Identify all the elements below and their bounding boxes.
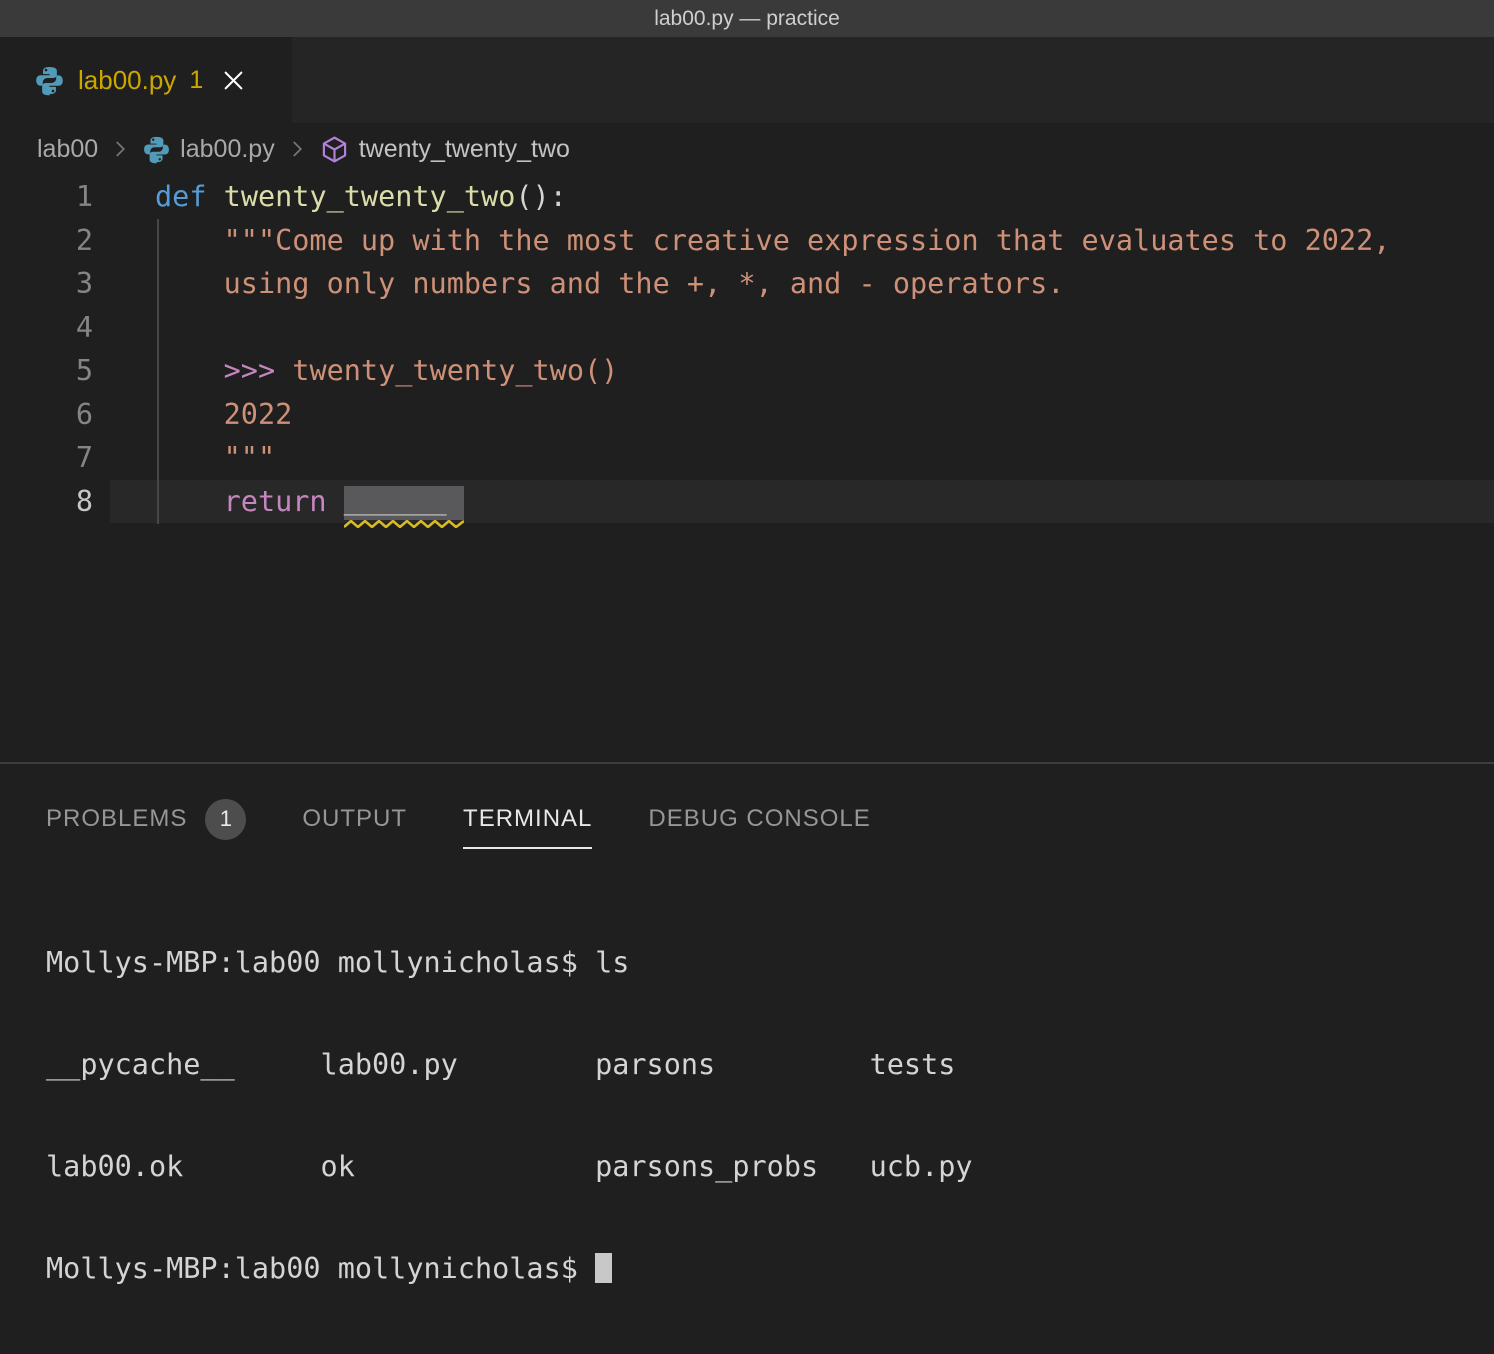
- line-number: 5: [0, 349, 110, 393]
- tab-output-label: OUTPUT: [302, 805, 407, 833]
- code-token: >>>: [224, 354, 275, 387]
- python-icon: [34, 65, 65, 96]
- terminal-prompt-line: Mollys-MBP:lab00 mollynicholas$: [46, 1252, 1494, 1286]
- tab-lab00-py[interactable]: lab00.py 1: [0, 37, 292, 123]
- panel-tab-bar: PROBLEMS 1 OUTPUT TERMINAL DEBUG CONSOLE: [0, 764, 1494, 860]
- indent-guide: [157, 219, 159, 524]
- tab-output[interactable]: OUTPUT: [302, 805, 407, 849]
- line-number: 6: [0, 393, 110, 437]
- bottom-panel: PROBLEMS 1 OUTPUT TERMINAL DEBUG CONSOLE…: [0, 762, 1494, 1354]
- breadcrumb-symbol[interactable]: twenty_twenty_two: [359, 135, 570, 164]
- code-token: [155, 354, 224, 387]
- terminal-prompt: Mollys-MBP:lab00 mollynicholas$: [46, 1252, 595, 1285]
- window-title: lab00.py — practice: [654, 7, 840, 31]
- terminal-line: lab00.ok ok parsons_probs ucb.py: [46, 1150, 1494, 1184]
- tab-terminal[interactable]: TERMINAL: [463, 805, 592, 849]
- code-token: [327, 485, 344, 518]
- code-token: return: [224, 485, 327, 518]
- line-number: 7: [0, 436, 110, 480]
- code-token: [155, 485, 224, 518]
- blank-placeholder-selection[interactable]: ______: [344, 486, 464, 520]
- breadcrumb-file[interactable]: lab00.py: [180, 135, 275, 164]
- code-token: using only numbers and the +, *, and - o…: [155, 267, 1064, 300]
- terminal-line: Mollys-MBP:lab00 mollynicholas$ ls: [46, 946, 1494, 980]
- code-line[interactable]: 6 2022: [0, 393, 1494, 437]
- tab-problems[interactable]: PROBLEMS 1: [46, 799, 246, 856]
- tab-debug-console[interactable]: DEBUG CONSOLE: [648, 805, 870, 849]
- chevron-right-icon: [284, 136, 310, 162]
- tab-filename: lab00.py: [78, 65, 176, 96]
- line-number: 4: [0, 306, 110, 350]
- terminal[interactable]: Mollys-MBP:lab00 mollynicholas$ ls __pyc…: [0, 860, 1494, 1354]
- code-line[interactable]: 3 using only numbers and the +, *, and -…: [0, 262, 1494, 306]
- warning-squiggle: [344, 520, 464, 528]
- line-number: 8: [0, 480, 110, 524]
- code-token: twenty_twenty_two(): [292, 354, 618, 387]
- terminal-cursor: [595, 1253, 612, 1283]
- tab-problems-label: PROBLEMS: [46, 805, 187, 833]
- code-token: ______: [344, 483, 447, 516]
- code-line[interactable]: 1 def twenty_twenty_two():: [0, 175, 1494, 219]
- code-token: 2022: [155, 398, 292, 431]
- breadcrumb-folder[interactable]: lab00: [37, 135, 98, 164]
- code-line[interactable]: 5 >>> twenty_twenty_two(): [0, 349, 1494, 393]
- code-line[interactable]: 4: [0, 306, 1494, 350]
- tab-terminal-label: TERMINAL: [463, 805, 592, 833]
- chevron-right-icon: [107, 136, 133, 162]
- line-number: 3: [0, 262, 110, 306]
- problems-count-badge: 1: [205, 799, 246, 840]
- vscode-window: lab00.py — practice lab00.py 1 lab00: [0, 0, 1494, 1354]
- code-token: twenty_twenty_two: [224, 180, 516, 213]
- code-line-current[interactable]: 8 return ______: [0, 480, 1494, 524]
- line-number: 1: [0, 175, 110, 219]
- close-icon[interactable]: [220, 67, 247, 94]
- symbol-function-icon: [319, 134, 350, 165]
- code-token: """: [155, 441, 275, 474]
- title-bar: lab00.py — practice: [0, 0, 1494, 37]
- line-number: 2: [0, 219, 110, 263]
- code-line[interactable]: 7 """: [0, 436, 1494, 480]
- code-token: def: [155, 180, 206, 213]
- code-line[interactable]: 2 """Come up with the most creative expr…: [0, 219, 1494, 263]
- breadcrumb: lab00 lab00.py twenty_twenty_two: [0, 123, 1494, 175]
- terminal-line: __pycache__ lab00.py parsons tests: [46, 1048, 1494, 1082]
- python-icon: [142, 135, 171, 164]
- code-token: """Come up with the most creative expres…: [155, 224, 1390, 257]
- editor-tab-bar: lab00.py 1: [0, 37, 1494, 123]
- tab-debug-console-label: DEBUG CONSOLE: [648, 805, 870, 833]
- code-token: [275, 354, 292, 387]
- code-token: [206, 180, 223, 213]
- code-token: ():: [515, 180, 566, 213]
- code-editor[interactable]: 1 def twenty_twenty_two(): 2 """Come up …: [0, 175, 1494, 762]
- tab-problem-count: 1: [189, 66, 203, 95]
